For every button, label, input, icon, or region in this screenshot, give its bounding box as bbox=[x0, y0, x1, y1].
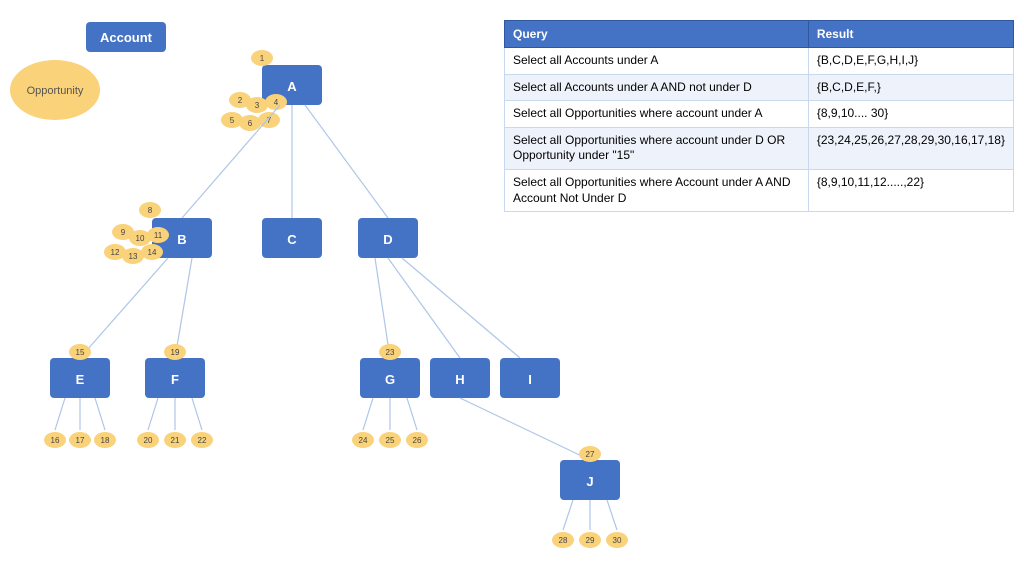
node-J-label: J bbox=[586, 474, 593, 489]
svg-text:6: 6 bbox=[248, 119, 253, 128]
svg-text:24: 24 bbox=[359, 436, 368, 445]
svg-text:13: 13 bbox=[129, 252, 138, 261]
svg-text:25: 25 bbox=[386, 436, 395, 445]
svg-text:22: 22 bbox=[198, 436, 207, 445]
svg-text:14: 14 bbox=[148, 248, 157, 257]
node-F-label: F bbox=[171, 372, 179, 387]
table-row: Select all Opportunities where Account u… bbox=[505, 169, 1014, 211]
svg-text:8: 8 bbox=[148, 206, 153, 215]
table-cell-result: {B,C,D,E,F,} bbox=[808, 74, 1013, 101]
query-result-table: Query Result Select all Accounts under A… bbox=[504, 20, 1014, 212]
node-D-label: D bbox=[383, 232, 392, 247]
svg-text:2: 2 bbox=[238, 96, 243, 105]
svg-text:11: 11 bbox=[154, 231, 163, 240]
legend-account-label: Account bbox=[100, 30, 153, 45]
table-row: Select all Opportunities where account u… bbox=[505, 101, 1014, 128]
node-G-label: G bbox=[385, 372, 395, 387]
table-cell-result: {B,C,D,E,F,G,H,I,J} bbox=[808, 48, 1013, 75]
table-cell-query: Select all Opportunities where account u… bbox=[505, 127, 809, 169]
svg-text:3: 3 bbox=[255, 101, 260, 110]
node-E-label: E bbox=[76, 372, 85, 387]
table-header-query: Query bbox=[505, 21, 809, 48]
svg-text:29: 29 bbox=[586, 536, 595, 545]
svg-text:16: 16 bbox=[51, 436, 60, 445]
svg-text:12: 12 bbox=[111, 248, 120, 257]
table-cell-result: {8,9,10,11,12.....,22} bbox=[808, 169, 1013, 211]
node-I-label: I bbox=[528, 372, 532, 387]
table-row: Select all Accounts under A{B,C,D,E,F,G,… bbox=[505, 48, 1014, 75]
table-cell-query: Select all Accounts under A AND not unde… bbox=[505, 74, 809, 101]
svg-text:15: 15 bbox=[76, 348, 85, 357]
svg-text:26: 26 bbox=[413, 436, 422, 445]
node-C-label: C bbox=[287, 232, 297, 247]
svg-text:4: 4 bbox=[274, 98, 279, 107]
table-header-result: Result bbox=[808, 21, 1013, 48]
table-cell-query: Select all Accounts under A bbox=[505, 48, 809, 75]
diagram-svg: Account Opportunity A 1 2 3 4 5 6 7 B 8 … bbox=[0, 0, 480, 576]
svg-text:17: 17 bbox=[76, 436, 85, 445]
table-cell-query: Select all Opportunities where Account u… bbox=[505, 169, 809, 211]
node-A-label: A bbox=[287, 79, 297, 94]
svg-text:27: 27 bbox=[586, 450, 595, 459]
table-cell-result: {8,9,10.... 30} bbox=[808, 101, 1013, 128]
svg-text:28: 28 bbox=[559, 536, 568, 545]
svg-text:30: 30 bbox=[613, 536, 622, 545]
svg-text:21: 21 bbox=[171, 436, 180, 445]
svg-text:1: 1 bbox=[260, 54, 265, 63]
node-B-label: B bbox=[177, 232, 186, 247]
node-H-label: H bbox=[455, 372, 464, 387]
svg-text:9: 9 bbox=[121, 228, 126, 237]
svg-text:18: 18 bbox=[101, 436, 110, 445]
table-cell-query: Select all Opportunities where account u… bbox=[505, 101, 809, 128]
svg-text:19: 19 bbox=[171, 348, 180, 357]
svg-text:5: 5 bbox=[230, 116, 235, 125]
query-table-container: Query Result Select all Accounts under A… bbox=[504, 20, 1014, 212]
table-cell-result: {23,24,25,26,27,28,29,30,16,17,18} bbox=[808, 127, 1013, 169]
table-row: Select all Accounts under A AND not unde… bbox=[505, 74, 1014, 101]
legend-opportunity-label: Opportunity bbox=[27, 85, 84, 97]
table-row: Select all Opportunities where account u… bbox=[505, 127, 1014, 169]
svg-text:20: 20 bbox=[144, 436, 153, 445]
svg-text:10: 10 bbox=[136, 234, 145, 243]
svg-text:23: 23 bbox=[386, 348, 395, 357]
